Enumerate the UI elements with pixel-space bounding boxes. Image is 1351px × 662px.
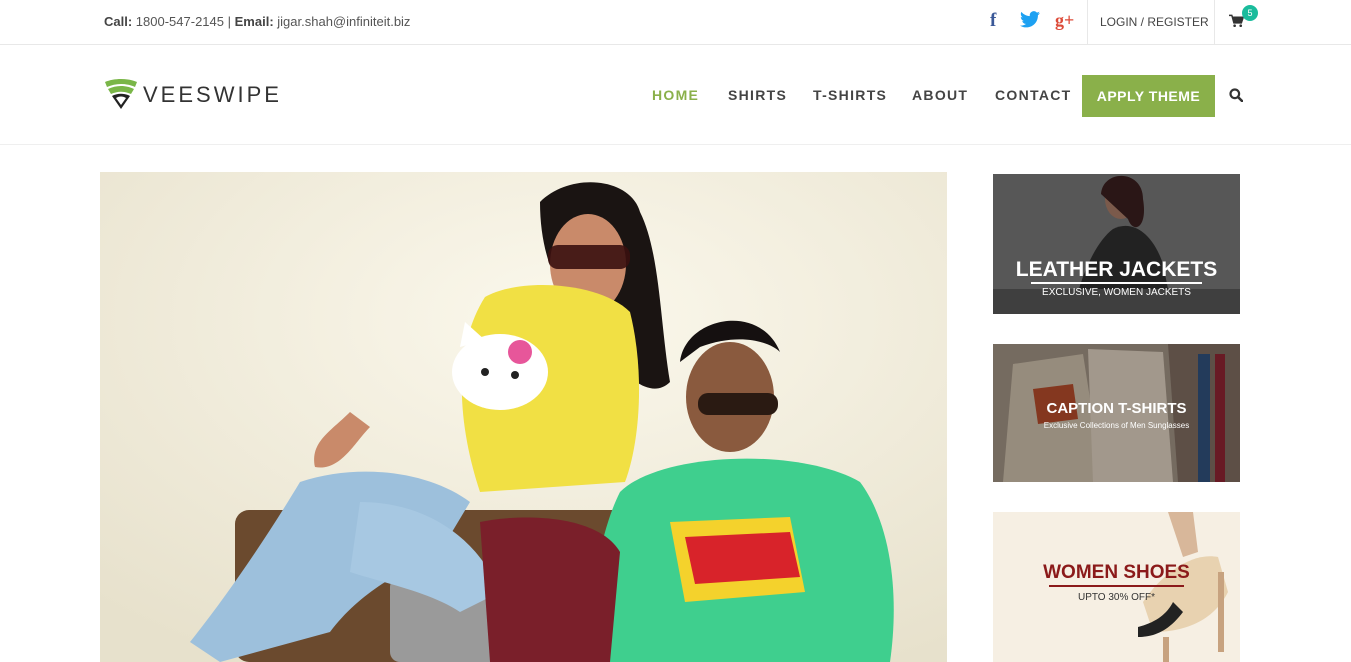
banner-title: LEATHER JACKETS [1015, 258, 1218, 281]
banner-caption-t-shirts[interactable]: CAPTION T-SHIRTS Exclusive Collections o… [993, 344, 1240, 482]
nav-about[interactable]: ABOUT [912, 87, 968, 103]
facebook-icon[interactable]: f [990, 10, 996, 32]
hero-image [100, 172, 947, 662]
logo-icon[interactable] [104, 78, 138, 115]
top-bar: Call: 1800-547-2145 | Email: jigar.shah@… [0, 0, 1351, 45]
nav-shirts[interactable]: SHIRTS [728, 87, 787, 103]
banner-subtitle: EXCLUSIVE, WOMEN JACKETS [1042, 287, 1191, 298]
login-register-link[interactable]: LOGIN / REGISTER [1100, 15, 1209, 29]
apply-theme-button[interactable]: APPLY THEME [1082, 75, 1215, 117]
google-plus-icon[interactable]: g+ [1055, 10, 1074, 31]
divider [1087, 0, 1088, 45]
banner-title: CAPTION T-SHIRTS [1046, 400, 1187, 417]
banner-leather-jackets[interactable]: LEATHER JACKETS EXCLUSIVE, WOMEN JACKETS [993, 174, 1240, 314]
banner-underline [1031, 282, 1202, 284]
banner-women-shoes[interactable]: WOMEN SHOES UPTO 30% OFF* [993, 512, 1240, 662]
contact-info: Call: 1800-547-2145 | Email: jigar.shah@… [104, 14, 410, 29]
nav-t-shirts[interactable]: T-SHIRTS [813, 87, 887, 103]
divider [1214, 0, 1215, 45]
contact-separator: | [227, 14, 232, 29]
twitter-icon[interactable] [1020, 11, 1040, 33]
header-divider [0, 144, 1351, 145]
search-icon[interactable] [1229, 88, 1244, 107]
call-label: Call: [104, 14, 133, 29]
phone-number[interactable]: 1800-547-2145 [136, 14, 224, 29]
banner-subtitle: Exclusive Collections of Men Sunglasses [1043, 421, 1190, 430]
cart-count-badge: 5 [1242, 5, 1258, 21]
banner-subtitle: UPTO 30% OFF* [1077, 592, 1156, 603]
banner-underline [1049, 585, 1184, 587]
email-address[interactable]: jigar.shah@infiniteit.biz [277, 14, 410, 29]
cart-icon[interactable] [1229, 14, 1245, 33]
nav-home[interactable]: HOME [652, 87, 699, 103]
nav-contact[interactable]: CONTACT [995, 87, 1072, 103]
banner-title: WOMEN SHOES [1043, 562, 1190, 583]
email-label: Email: [234, 14, 274, 29]
logo-text[interactable]: VEESWIPE [143, 82, 282, 108]
